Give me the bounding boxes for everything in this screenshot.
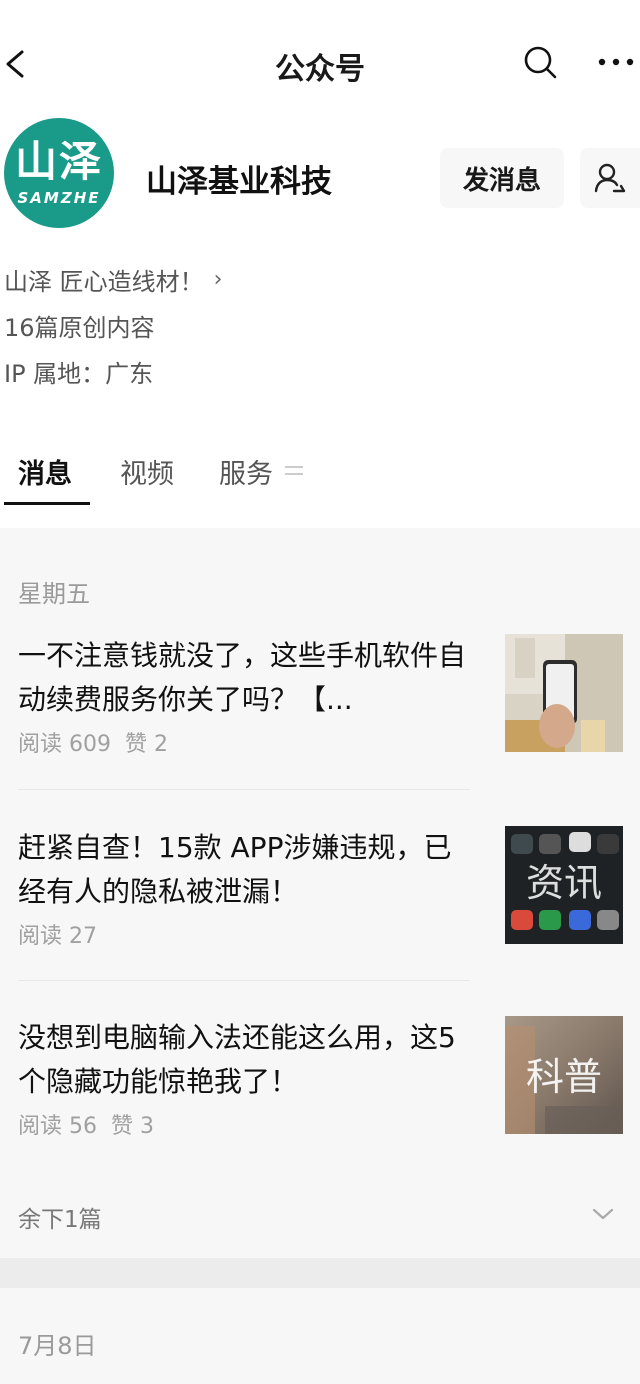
profile-detail-button[interactable] (580, 148, 640, 208)
article-thumbnail: 资讯 (505, 826, 623, 944)
date-label: 星期五 (18, 580, 90, 608)
article-stats: 阅读 27 (18, 918, 97, 950)
send-message-button[interactable]: 发消息 (440, 148, 564, 208)
article-thumbnail (505, 634, 623, 752)
thumbnail-label: 资讯 (526, 861, 602, 905)
search-icon[interactable] (522, 44, 558, 80)
tab-services[interactable]: 服务 (219, 452, 273, 491)
tab-videos[interactable]: 视频 (120, 452, 174, 491)
avatar[interactable]: 山泽 SAMZHE (4, 118, 114, 228)
read-count: 阅读 56 (18, 1114, 97, 1139)
article-title: 没想到电脑输入法还能这么用，这5个隐藏功能惊艳我了！ (18, 1021, 456, 1098)
article-item[interactable]: 赶紧自查！15款 APP涉嫌违规，已经有人的隐私被泄漏！ 阅读 27 资讯 (0, 826, 640, 956)
article-stats: 阅读 56 赞 3 (18, 1108, 154, 1140)
divider (18, 980, 470, 981)
show-remaining-button[interactable]: 余下1篇 (18, 1200, 102, 1234)
tab-messages[interactable]: 消息 (18, 452, 72, 491)
article-item[interactable]: 没想到电脑输入法还能这么用，这5个隐藏功能惊艳我了！ 阅读 56 赞 3 科普 (0, 1016, 640, 1146)
account-name: 山泽基业科技 (146, 164, 332, 200)
content-tabs: 消息 视频 服务 (0, 452, 640, 508)
description-text: 山泽 匠心造线材！ (4, 268, 204, 296)
avatar-logo-text: 山泽 (14, 137, 103, 186)
active-tab-indicator (4, 502, 90, 505)
like-count: 赞 3 (111, 1114, 154, 1139)
article-thumbnail: 科普 (505, 1016, 623, 1134)
article-stats: 阅读 609 赞 2 (18, 726, 168, 758)
top-bar: 公众号 (0, 0, 640, 124)
chevron-down-icon[interactable] (591, 1206, 615, 1222)
original-count: 16篇原创内容 (4, 314, 155, 342)
article-item[interactable]: 一不注意钱就没了，这些手机软件自动续费服务你关了吗？【... 阅读 609 赞 2 (0, 634, 640, 764)
article-title: 一不注意钱就没了，这些手机软件自动续费服务你关了吗？【... (18, 639, 467, 716)
menu-icon[interactable] (285, 464, 303, 478)
read-count: 阅读 609 (18, 732, 111, 757)
avatar-logo-subtext: SAMZHE (17, 189, 101, 207)
more-options-icon[interactable] (596, 48, 636, 76)
chevron-right-icon: › (213, 267, 223, 292)
account-profile: 山泽 SAMZHE 山泽基业科技 发消息 (0, 118, 640, 228)
ip-location: IP 属地：广东 (4, 360, 154, 388)
article-title: 赶紧自查！15款 APP涉嫌违规，已经有人的隐私被泄漏！ (18, 831, 452, 908)
read-count: 阅读 27 (18, 924, 97, 949)
account-description[interactable]: 山泽 匠心造线材！ › (4, 262, 222, 297)
thumbnail-label: 科普 (526, 1055, 602, 1099)
like-count: 赞 2 (125, 732, 168, 757)
date-label: 7月8日 (18, 1332, 97, 1360)
person-icon (594, 163, 626, 193)
section-divider (0, 1258, 640, 1288)
divider (18, 789, 470, 790)
